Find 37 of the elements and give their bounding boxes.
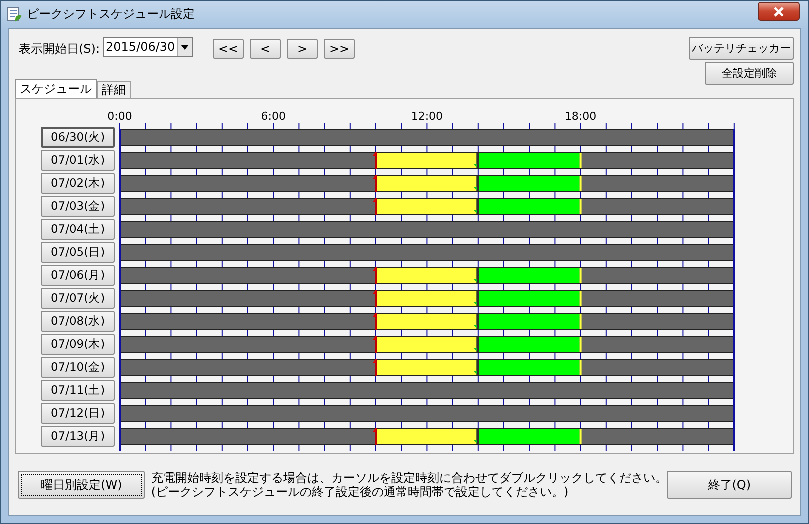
action-button[interactable]: バッテリチェッカー	[689, 37, 794, 60]
weekday-settings-button[interactable]: 曜日別設定(W)	[18, 471, 146, 499]
date-button[interactable]: 07/04(土)	[41, 219, 115, 240]
dropdown-arrow-icon	[181, 44, 190, 50]
start-date-label: 表示開始日(S):	[19, 41, 100, 58]
date-button[interactable]: 07/05(日)	[41, 242, 115, 263]
date-button[interactable]: 07/01(水)	[41, 150, 115, 171]
date-button[interactable]: 07/13(月)	[41, 426, 115, 447]
date-button[interactable]: 07/06(月)	[41, 265, 115, 286]
exit-button[interactable]: 終了(Q)	[667, 471, 792, 499]
action-button[interactable]: 全設定削除	[705, 62, 794, 85]
date-button[interactable]: 07/10(金)	[41, 357, 115, 378]
close-icon	[773, 6, 785, 16]
axis-label: 0:00	[108, 110, 132, 123]
navigation-button[interactable]: >	[287, 39, 318, 59]
tab[interactable]: スケジュール	[15, 79, 97, 98]
axis-label: 18:00	[564, 110, 597, 123]
navigation-button[interactable]: <<	[213, 39, 244, 59]
app-icon	[7, 6, 23, 22]
date-button[interactable]: 07/02(木)	[41, 173, 115, 194]
navigation-button[interactable]: <	[250, 39, 282, 59]
axis-label: 6:00	[261, 110, 286, 123]
window-title: ピークシフトスケジュール設定	[27, 6, 196, 23]
date-button[interactable]: 07/12(日)	[41, 403, 115, 424]
axis-label: 12:00	[411, 110, 444, 123]
hint-text: 充電開始時刻を設定する場合は、カーソルを設定時刻に合わせてダブルクリックしてください。	[151, 471, 668, 485]
date-button[interactable]: 06/30(火)	[41, 127, 115, 148]
start-date-dropdown[interactable]: 2015/06/30	[103, 37, 194, 57]
hint-text: (ピークシフトスケジュールの終了設定後の通常時間帯で設定してください。)	[151, 485, 570, 499]
date-button[interactable]: 07/03(金)	[41, 196, 115, 217]
tab[interactable]: 詳細	[97, 81, 131, 98]
date-button[interactable]: 07/07(火)	[41, 288, 115, 309]
close-button[interactable]	[758, 2, 800, 21]
date-button[interactable]: 07/09(木)	[41, 334, 115, 355]
date-button[interactable]: 07/08(水)	[41, 311, 115, 332]
date-button[interactable]: 07/11(土)	[41, 380, 115, 401]
navigation-button[interactable]: >>	[324, 39, 356, 59]
